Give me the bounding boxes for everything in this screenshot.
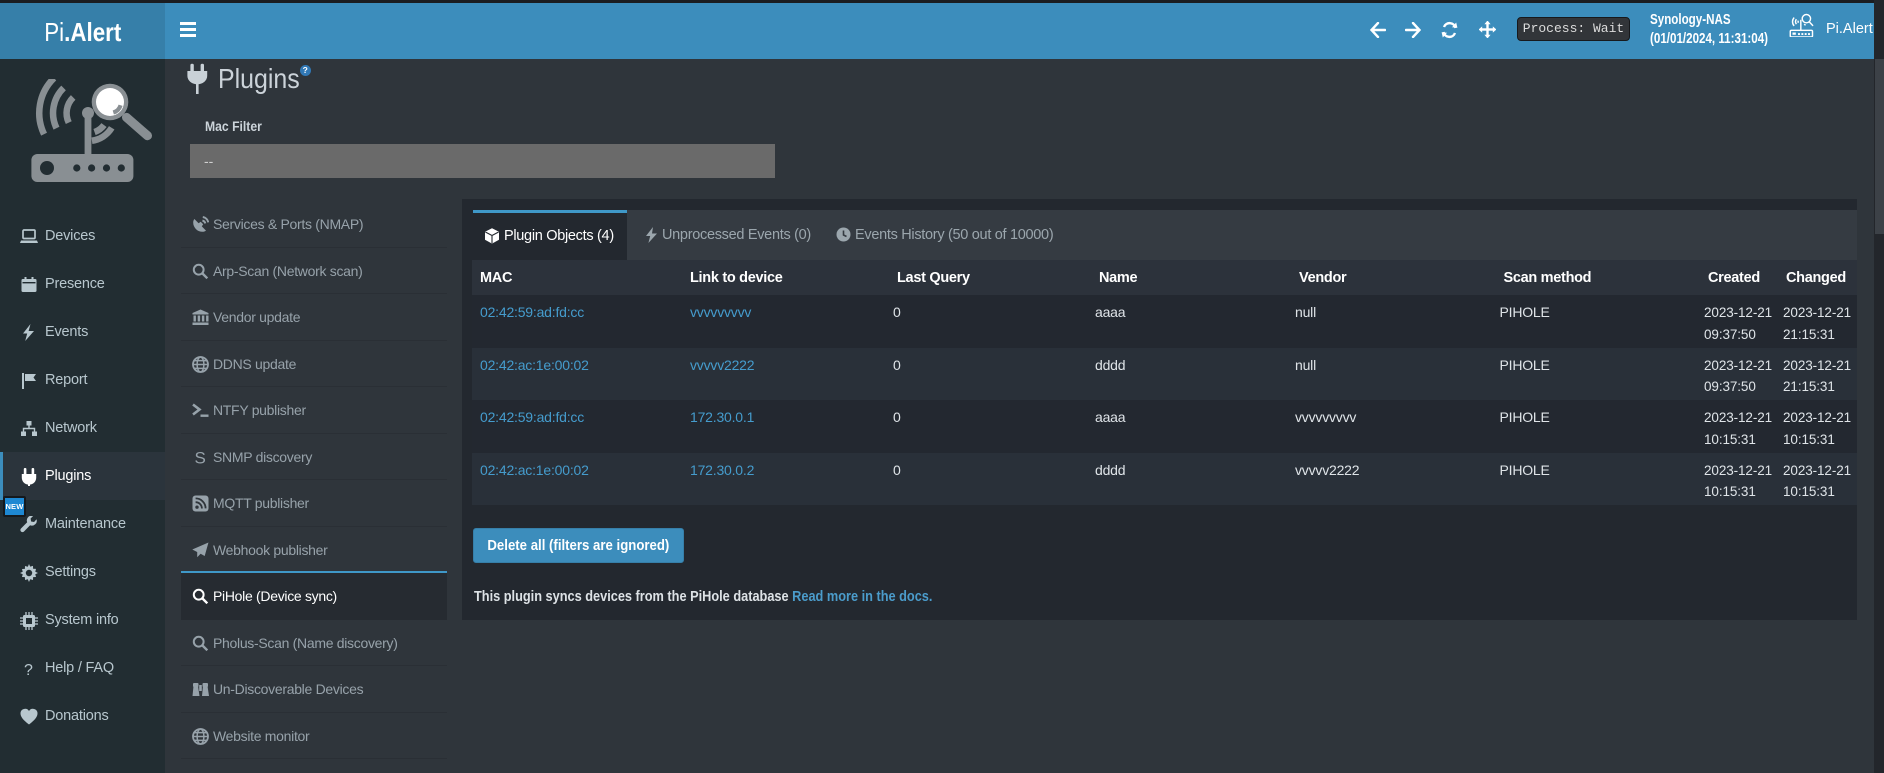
svg-text:?: ? <box>24 662 33 678</box>
svg-text:S: S <box>195 449 206 466</box>
